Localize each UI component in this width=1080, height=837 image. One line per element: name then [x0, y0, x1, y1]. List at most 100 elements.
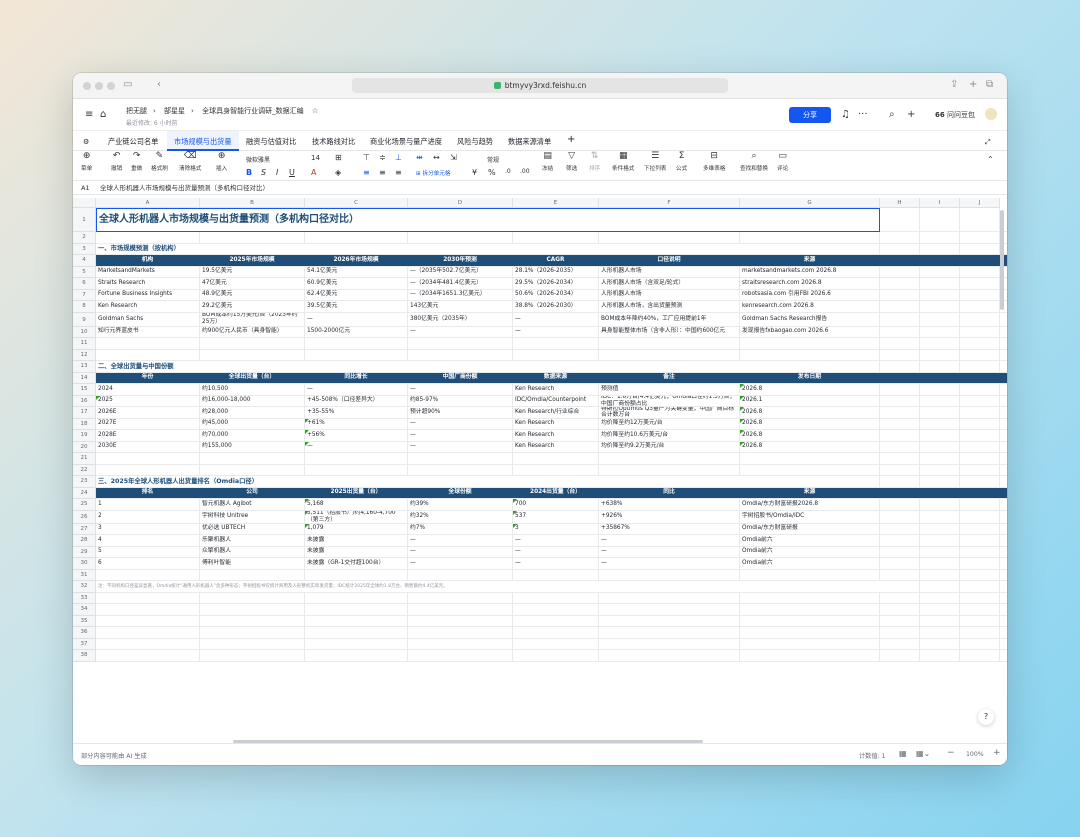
row-header[interactable]: 10: [73, 326, 96, 338]
cell[interactable]: [920, 487, 960, 498]
cell[interactable]: [960, 407, 1000, 418]
cell[interactable]: Fortune Business Insights: [96, 289, 200, 300]
cell[interactable]: [880, 581, 920, 592]
cell[interactable]: [880, 278, 920, 289]
row-header[interactable]: 30: [73, 558, 96, 570]
cell[interactable]: 2026年市场规模: [305, 255, 408, 266]
row-header[interactable]: 13: [73, 361, 96, 373]
cell[interactable]: 人形机器人市场（含双足/轮式）: [599, 278, 740, 289]
cell[interactable]: [513, 453, 599, 464]
cell[interactable]: [960, 638, 1000, 649]
cell[interactable]: [599, 592, 740, 603]
border-icon[interactable]: ⊞: [335, 153, 342, 162]
cell[interactable]: 2025出货量（台）: [305, 487, 408, 498]
cell[interactable]: [960, 569, 1000, 580]
cell[interactable]: [960, 558, 1000, 569]
align-middle-icon[interactable]: ≑: [379, 153, 386, 162]
row-header[interactable]: 15: [73, 384, 96, 396]
zoom-in-icon[interactable]: +: [993, 748, 1001, 758]
cell[interactable]: 约16,000-18,000: [200, 395, 305, 406]
cell[interactable]: [200, 604, 305, 615]
expand-icon[interactable]: ⤢: [985, 137, 991, 147]
cell[interactable]: [599, 615, 740, 626]
row-header[interactable]: 33: [73, 592, 96, 604]
cell[interactable]: 约10,500: [200, 384, 305, 395]
cell[interactable]: [960, 650, 1000, 661]
cell[interactable]: [880, 569, 920, 580]
cell[interactable]: 人形机器人市场，含出货量预测: [599, 301, 740, 312]
cell[interactable]: 备注: [599, 372, 740, 383]
breadcrumb-current[interactable]: 全球具身智能行业调研_数据汇编: [202, 107, 304, 115]
cell-reference[interactable]: A1: [81, 181, 90, 195]
layout-view-icon[interactable]: ▦⌄: [916, 749, 930, 758]
cell[interactable]: [960, 464, 1000, 475]
tab-sheet[interactable]: 商业化场景与量产进度: [370, 137, 442, 147]
cell[interactable]: —: [599, 558, 740, 569]
cell[interactable]: 乐聚机器人: [200, 535, 305, 546]
cell[interactable]: [880, 349, 920, 360]
sheet-list-icon[interactable]: ⚙: [83, 137, 89, 146]
cell[interactable]: [920, 312, 960, 326]
cell[interactable]: [920, 255, 960, 266]
align-top-icon[interactable]: ⊤: [363, 153, 370, 162]
cell[interactable]: [599, 453, 740, 464]
percent-icon[interactable]: %: [488, 168, 496, 177]
cell[interactable]: [920, 338, 960, 349]
cell[interactable]: [599, 232, 740, 243]
cell[interactable]: 优必选 UBTECH: [200, 523, 305, 534]
cell[interactable]: [408, 349, 513, 360]
breadcrumb-item[interactable]: 把无腿: [126, 107, 147, 115]
wrap-icon[interactable]: ↔: [433, 153, 440, 162]
cell[interactable]: Ken Research: [513, 430, 599, 441]
cell[interactable]: [960, 604, 1000, 615]
cell[interactable]: [200, 627, 305, 638]
cell[interactable]: [200, 338, 305, 349]
cell[interactable]: 2026.1: [740, 395, 880, 406]
cell[interactable]: [513, 232, 599, 243]
cell[interactable]: [880, 232, 920, 243]
cell[interactable]: [880, 384, 920, 395]
cell[interactable]: 中国厂商份额: [408, 372, 513, 383]
cell[interactable]: 均价降至约9.2万美元/台: [599, 441, 740, 452]
cell[interactable]: [513, 592, 599, 603]
cell[interactable]: [513, 627, 599, 638]
cell[interactable]: 注：不同机构口径差异显著，Omdia统计"通用人形机器人"含多种形态；宇树招股书…: [96, 581, 1000, 592]
cell[interactable]: [960, 301, 1000, 312]
cell[interactable]: [305, 569, 408, 580]
cell[interactable]: [920, 301, 960, 312]
cell[interactable]: [880, 523, 920, 534]
cell[interactable]: [880, 558, 920, 569]
cell[interactable]: —: [408, 558, 513, 569]
cell[interactable]: 47亿美元: [200, 278, 305, 289]
window-close-dot[interactable]: [83, 82, 91, 90]
cell[interactable]: 人形机器人市场: [599, 266, 740, 277]
bell-icon[interactable]: ♫: [841, 109, 850, 120]
cell[interactable]: 2026.8: [740, 430, 880, 441]
cell[interactable]: [96, 638, 200, 649]
cell[interactable]: [880, 453, 920, 464]
column-header[interactable]: H: [880, 198, 920, 208]
cell[interactable]: marketsandmarkets.com 2026.8: [740, 266, 880, 277]
cell[interactable]: Ken Research: [513, 441, 599, 452]
cell[interactable]: —: [305, 312, 408, 326]
cell[interactable]: [960, 615, 1000, 626]
cell[interactable]: [305, 453, 408, 464]
cell[interactable]: [96, 592, 200, 603]
cell[interactable]: [599, 569, 740, 580]
cell[interactable]: 1: [96, 499, 200, 510]
column-header[interactable]: C: [305, 198, 408, 208]
cell[interactable]: [880, 418, 920, 429]
cell[interactable]: [305, 638, 408, 649]
cell[interactable]: [920, 558, 960, 569]
cell[interactable]: [960, 338, 1000, 349]
cell[interactable]: [880, 361, 920, 372]
cell[interactable]: [960, 581, 1000, 592]
cell[interactable]: [408, 338, 513, 349]
cell[interactable]: 未披露: [305, 535, 408, 546]
cell[interactable]: Ken Research: [96, 301, 200, 312]
cell[interactable]: 预计超90%: [408, 407, 513, 418]
grid-view-icon[interactable]: ▦: [899, 749, 907, 758]
cell[interactable]: [960, 395, 1000, 406]
underline-icon[interactable]: U: [289, 168, 295, 177]
row-header[interactable]: 35: [73, 615, 96, 627]
